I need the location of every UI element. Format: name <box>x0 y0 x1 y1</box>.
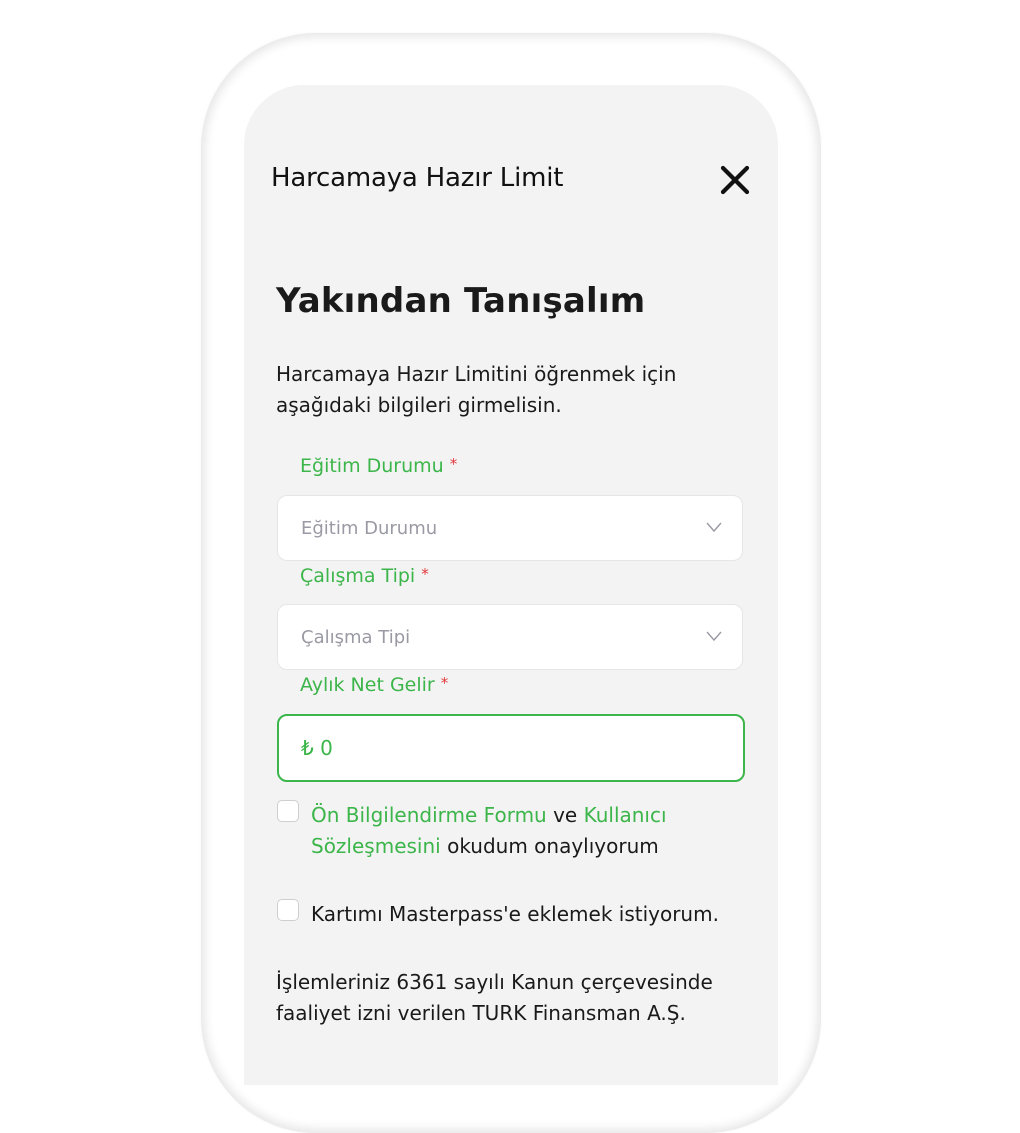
required-mark: * <box>421 565 429 583</box>
income-input[interactable]: ₺ 0 <box>277 714 745 782</box>
education-label: Eğitim Durumu * <box>300 455 457 477</box>
terms-consent-text: Ön Bilgilendirme Formu ve Kullanıcı Sözl… <box>311 800 731 862</box>
education-label-text: Eğitim Durumu <box>300 455 444 477</box>
required-mark: * <box>440 674 449 692</box>
close-icon <box>720 165 750 195</box>
income-label: Aylık Net Gelir * <box>300 674 448 696</box>
masterpass-consent-text: Kartımı Masterpass'e eklemek istiyorum. <box>311 902 719 926</box>
chevron-down-icon <box>706 631 722 642</box>
terms-checkbox[interactable] <box>277 800 299 822</box>
employment-select[interactable]: Çalışma Tipi <box>277 604 743 670</box>
page-title: Yakından Tanışalım <box>276 281 646 321</box>
employment-placeholder: Çalışma Tipi <box>301 627 411 648</box>
income-value: ₺ 0 <box>301 736 333 760</box>
terms-suffix: okudum onaylıyorum <box>440 834 659 858</box>
masterpass-checkbox[interactable] <box>277 899 299 921</box>
education-placeholder: Eğitim Durumu <box>301 518 438 539</box>
income-label-text: Aylık Net Gelir <box>300 674 435 696</box>
chevron-down-icon <box>706 522 722 533</box>
sheet-title: Harcamaya Hazır Limit <box>271 163 564 193</box>
education-select[interactable]: Eğitim Durumu <box>277 495 743 561</box>
employment-label: Çalışma Tipi * <box>300 565 429 587</box>
employment-label-text: Çalışma Tipi <box>300 565 416 587</box>
info-form-link[interactable]: Ön Bilgilendirme Formu <box>311 803 547 827</box>
close-button[interactable] <box>718 163 752 197</box>
intro-text: Harcamaya Hazır Limitini öğrenmek için a… <box>276 362 677 417</box>
terms-joiner: ve <box>546 803 584 827</box>
required-mark: * <box>449 455 458 473</box>
form-sheet: Harcamaya Hazır Limit Yakından Tanışalım… <box>244 85 778 1085</box>
